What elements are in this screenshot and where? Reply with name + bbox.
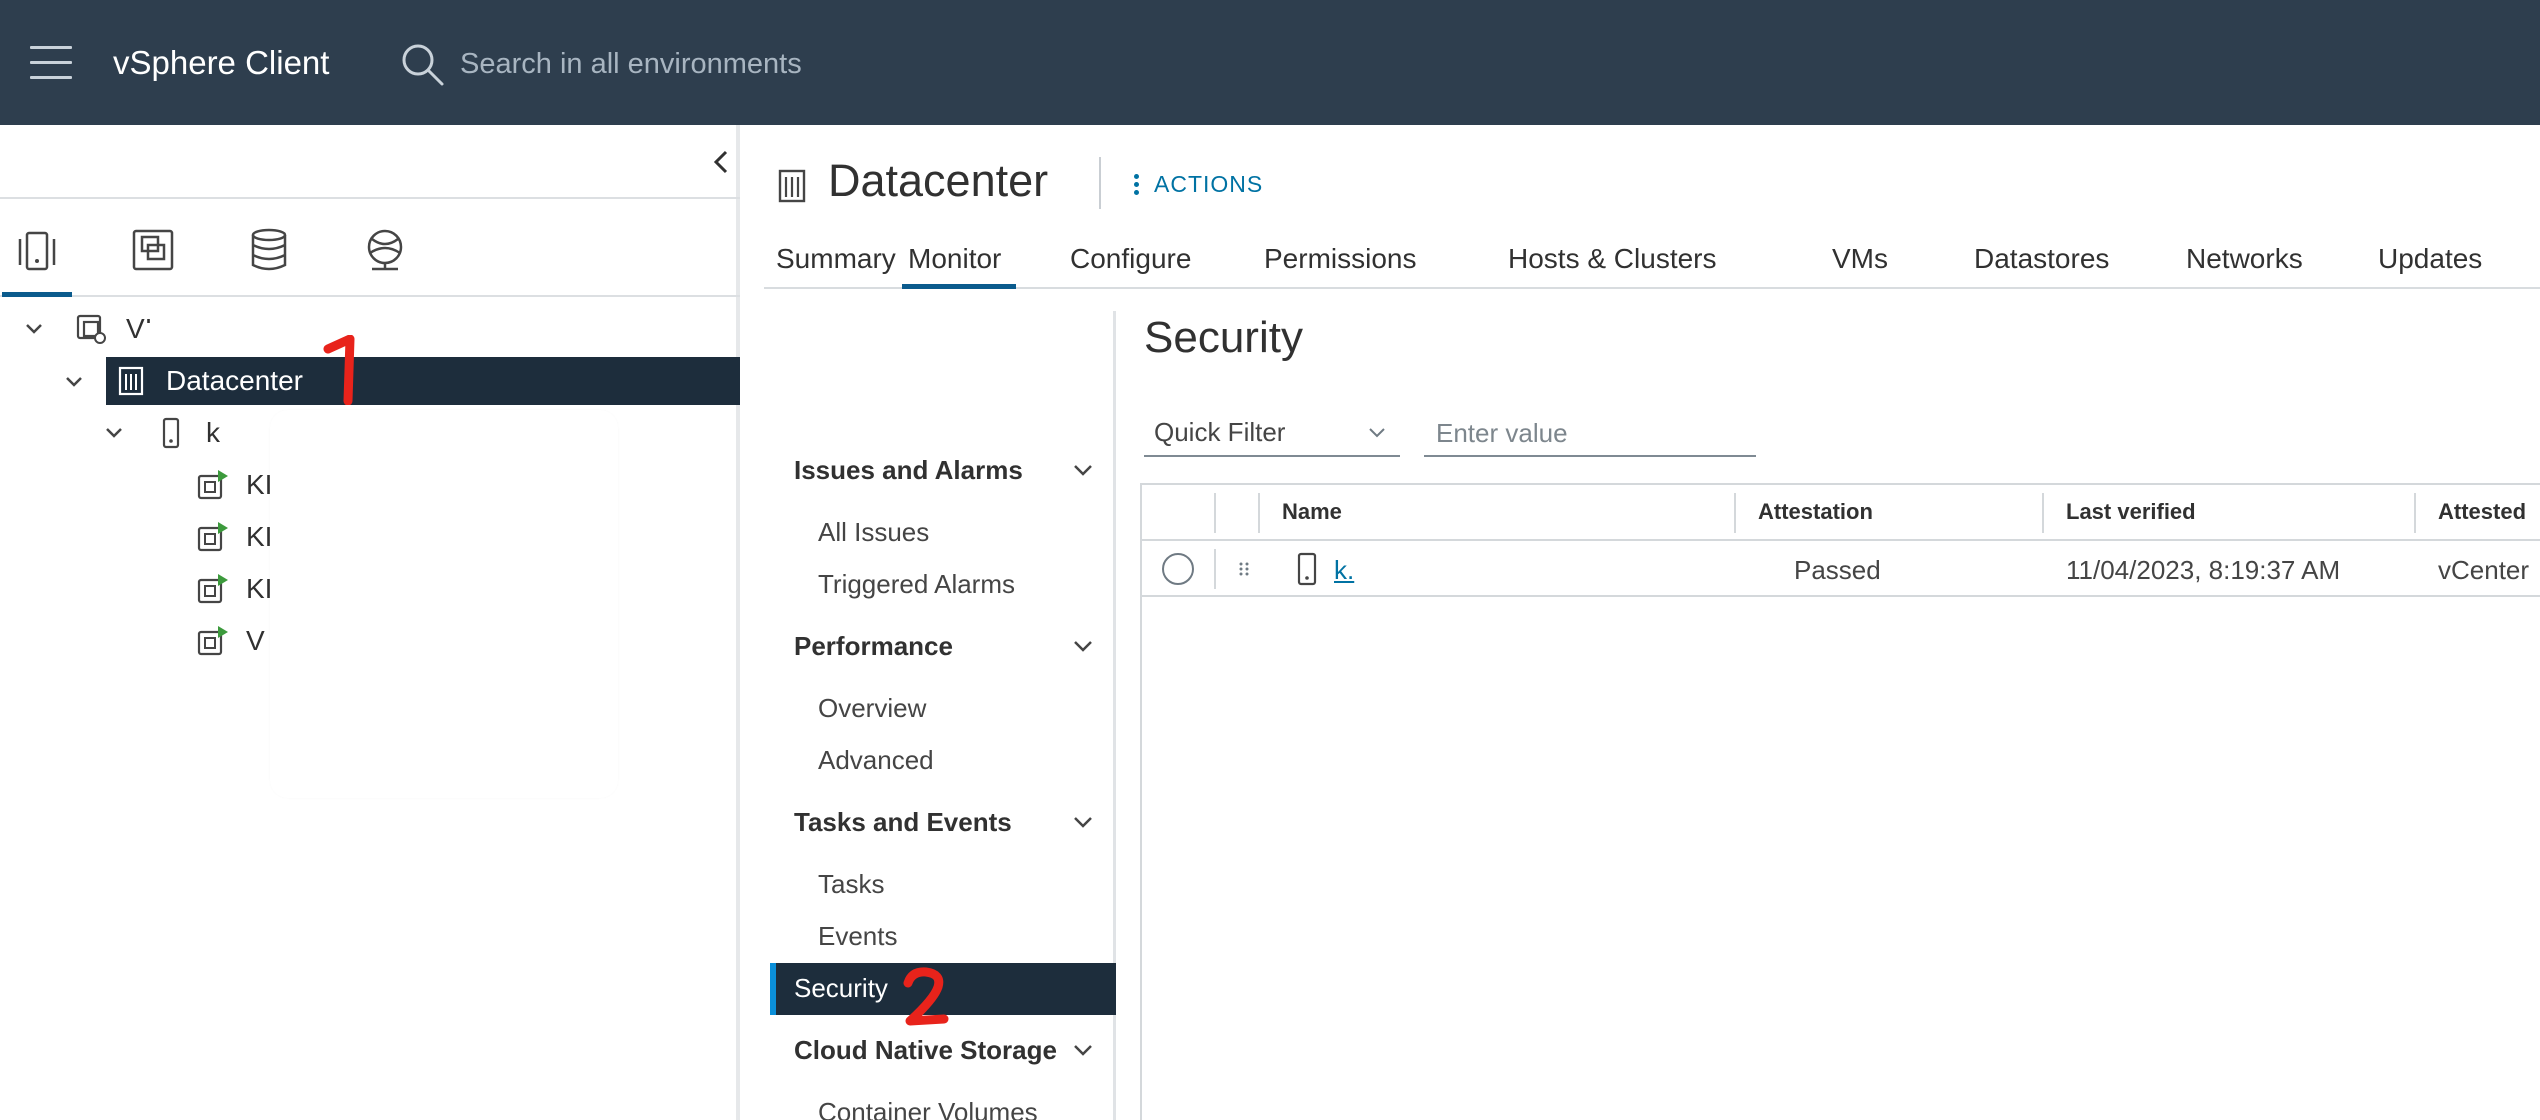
subnav-group-cloud-native-storage[interactable]: Cloud Native Storage <box>794 1035 1057 1066</box>
subnav-item-container-volumes[interactable]: Container Volumes <box>818 1097 1038 1120</box>
chevron-down-icon[interactable] <box>62 370 86 394</box>
vm-powered-on-icon <box>197 470 228 500</box>
datagrid-header: Name Attestation Last verified Attested <box>1142 485 2540 541</box>
tab-updates[interactable]: Updates <box>2378 235 2482 289</box>
hamburger-menu-icon[interactable] <box>30 46 72 80</box>
datacenter-icon <box>118 366 144 396</box>
chevron-down-icon[interactable] <box>22 317 46 341</box>
annotation-number-1 <box>323 335 355 405</box>
tree-label-vm: V <box>246 625 265 656</box>
quick-filter-label: Quick Filter <box>1154 417 1286 447</box>
database-icon <box>251 228 287 271</box>
network-globe-icon <box>367 229 403 271</box>
subnav-item-tasks[interactable]: Tasks <box>818 869 884 900</box>
redaction-overlay <box>145 323 685 347</box>
redaction-overlay <box>270 410 618 798</box>
chevron-down-icon[interactable] <box>1070 1037 1096 1063</box>
chevron-down-icon[interactable] <box>102 421 126 445</box>
vm-powered-on-icon <box>197 522 228 552</box>
vertical-ellipsis-icon <box>1134 171 1142 198</box>
last-verified-value: 11/04/2023, 8:19:37 AM <box>2066 555 2341 585</box>
chevron-down-icon[interactable] <box>1070 633 1096 659</box>
column-header-attestation[interactable]: Attestation <box>1758 499 1873 525</box>
tab-vms[interactable]: VMs <box>1832 235 1888 289</box>
subnav-item-all-issues[interactable]: All Issues <box>818 517 929 548</box>
networking-view-icon[interactable] <box>350 225 420 297</box>
main-content: Datacenter ACTIONS Summary Monitor Confi… <box>744 125 2540 1120</box>
storage-view-icon[interactable] <box>234 225 304 297</box>
tree-label-vm: KI <box>246 469 273 500</box>
object-tabs: Summary Monitor Configure Permissions Ho… <box>764 235 2540 289</box>
vm-powered-on-icon <box>197 626 228 656</box>
vms-templates-view-icon[interactable] <box>118 225 188 297</box>
app-title[interactable]: vSphere Client <box>113 44 329 82</box>
chevron-down-icon[interactable] <box>1070 809 1096 835</box>
tree-label-host: k <box>206 417 220 448</box>
annotation-number-2 <box>903 967 949 1026</box>
global-search-input[interactable] <box>460 44 960 84</box>
subnav-item-triggered-alarms[interactable]: Triggered Alarms <box>818 569 1015 600</box>
tree-label-vm: KI <box>246 573 273 604</box>
tab-datastores[interactable]: Datastores <box>1974 235 2109 289</box>
tab-permissions[interactable]: Permissions <box>1264 235 1416 289</box>
vm-powered-on-icon <box>197 574 228 604</box>
collapse-pane-icon[interactable] <box>706 147 736 177</box>
subnav-item-security-label: Security <box>794 973 888 1003</box>
actions-label: ACTIONS <box>1154 170 1264 197</box>
subnav-group-issues-alarms[interactable]: Issues and Alarms <box>794 455 1023 486</box>
quick-filter-select[interactable]: Quick Filter <box>1144 411 1400 457</box>
column-resize-handle[interactable] <box>2042 493 2044 533</box>
filter-value-input[interactable] <box>1424 411 1756 457</box>
column-resize-handle[interactable] <box>2414 493 2416 533</box>
column-resize-handle[interactable] <box>1734 493 1736 533</box>
subnav-group-performance[interactable]: Performance <box>794 631 953 662</box>
column-separator <box>1214 493 1216 533</box>
tree-item-datacenter[interactable]: Datacenter <box>106 357 740 405</box>
tree-label-datacenter: Datacenter <box>166 365 303 396</box>
inventory-view-switcher <box>0 225 740 297</box>
column-header-attested[interactable]: Attested <box>2438 499 2526 525</box>
subnav-item-advanced[interactable]: Advanced <box>818 745 934 776</box>
chevron-down-icon <box>1369 428 1385 438</box>
divider <box>1099 157 1101 209</box>
search-icon[interactable] <box>400 42 446 88</box>
hosts-clusters-icon <box>18 231 56 271</box>
column-separator <box>1258 493 1260 533</box>
tab-configure[interactable]: Configure <box>1070 235 1191 289</box>
subnav-group-tasks-events[interactable]: Tasks and Events <box>794 807 1012 838</box>
security-datagrid: Name Attestation Last verified Attested … <box>1140 483 2540 1120</box>
page-title: Datacenter <box>828 155 1049 206</box>
host-name-link[interactable]: k. <box>1334 555 1354 586</box>
monitor-subnav: Issues and Alarms All Issues Triggered A… <box>744 311 1116 1120</box>
datacenter-icon <box>778 169 806 203</box>
column-header-name[interactable]: Name <box>1282 499 1342 525</box>
drag-handle-icon[interactable] <box>1238 561 1250 577</box>
chevron-down-icon[interactable] <box>1070 457 1096 483</box>
divider <box>0 197 740 199</box>
tab-summary[interactable]: Summary <box>776 235 896 289</box>
vms-templates-icon <box>132 229 174 271</box>
security-panel-title: Security <box>1144 313 1303 362</box>
tree-label-vm: KI <box>246 521 273 552</box>
subnav-item-events[interactable]: Events <box>818 921 898 952</box>
actions-button[interactable]: ACTIONS <box>1134 169 1263 199</box>
attested-by-value: vCenter <box>2438 555 2530 585</box>
hosts-clusters-view-icon[interactable] <box>2 225 72 297</box>
table-row[interactable]: k. Passed 11/04/2023, 8:19:37 AM vCenter <box>1142 541 2540 597</box>
top-header: vSphere Client <box>0 0 2540 125</box>
inventory-pane: VI Datacenter k KI KI KI V <box>0 125 740 1120</box>
subnav-item-overview[interactable]: Overview <box>818 693 926 724</box>
column-header-last-verified[interactable]: Last verified <box>2066 499 2196 525</box>
vcenter-icon <box>76 314 106 344</box>
column-separator <box>1214 549 1216 589</box>
host-icon <box>1297 552 1317 586</box>
host-icon <box>162 417 180 449</box>
attestation-status: Passed <box>1794 555 1881 585</box>
row-select-radio[interactable] <box>1162 553 1194 585</box>
tab-monitor[interactable]: Monitor <box>902 235 1016 289</box>
tab-networks[interactable]: Networks <box>2186 235 2303 289</box>
tab-hosts-clusters[interactable]: Hosts & Clusters <box>1508 235 1717 289</box>
